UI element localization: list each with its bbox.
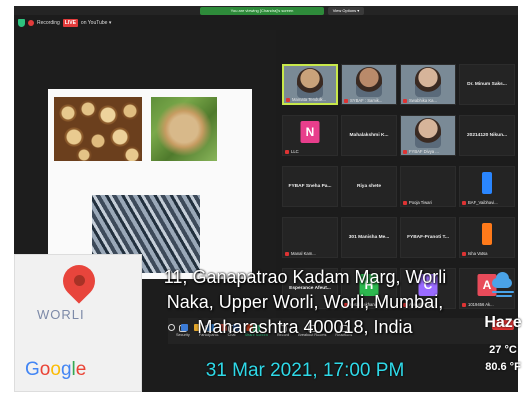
sharing-indicator: You are viewing [Chandra]'s screen	[200, 7, 324, 15]
bark-photo	[151, 97, 217, 161]
participant-tile[interactable]: Mahalakshmi K...	[341, 115, 397, 156]
firewood-photo	[54, 97, 142, 161]
participant-tile[interactable]: FYBAF Sneha Pa...	[282, 166, 338, 207]
sharing-bar: You are viewing [Chandra]'s screen View …	[14, 6, 518, 15]
participant-tile[interactable]: 301 Manisha Me...	[341, 217, 397, 258]
participant-name: FYBAF Divya ...	[409, 149, 439, 154]
participant-center-name: Riya shete	[357, 184, 381, 189]
gps-datetime: 31 Mar 2021, 17:00 PM	[205, 360, 405, 381]
weather-widget: Haze 27 °C 80.6 °F	[478, 268, 524, 388]
participant-tile[interactable]: Manal Kam...	[282, 217, 338, 258]
participant-center-name: FYBAF Sneha Pa...	[288, 184, 332, 189]
participant-video	[415, 67, 441, 97]
view-options-button[interactable]: View Options ▾	[328, 7, 364, 15]
weather-condition: Haze	[484, 314, 522, 331]
shield-icon	[18, 19, 25, 27]
gps-address: 11, Ganapatrao Kadam Marg, Worli Naka, U…	[150, 265, 460, 340]
participant-tile[interactable]: Dr. Minum Saks...	[459, 64, 515, 105]
haze-cloud-icon	[488, 268, 518, 298]
participant-name: Isha Vatsa	[468, 251, 488, 256]
participant-center-name: 301 Manisha Me...	[348, 235, 390, 240]
participant-tile[interactable]: BAF_Vaibhavi...	[459, 166, 515, 207]
participant-name: SYBAF : Samik...	[350, 98, 383, 103]
participant-tile[interactable]: N LLC	[282, 115, 338, 156]
presentation-slide	[48, 89, 252, 279]
live-badge: LIVE	[62, 19, 78, 27]
participant-name: LLC	[291, 149, 299, 154]
participant-tile[interactable]: Mamata Tendulk...	[282, 64, 338, 105]
participant-center-name: Mahalakshmi K...	[349, 133, 389, 138]
pin-center	[74, 275, 85, 286]
temperature-fahrenheit: 80.6 °F	[485, 361, 521, 373]
participant-tile[interactable]: Isha Vatsa	[459, 217, 515, 258]
participant-tile[interactable]: FYBAF-Pranoti T...	[400, 217, 456, 258]
participant-avatar: N	[300, 121, 320, 143]
participant-name: Mamata Tendulk...	[292, 97, 327, 102]
recording-label: Recording	[37, 20, 60, 26]
map-thumbnail: WORLI Google	[14, 254, 142, 392]
address-line: 11, Ganapatrao Kadam Marg, Worli	[163, 267, 447, 287]
participant-video	[297, 68, 323, 98]
temperature-celsius: 27 °C	[489, 344, 517, 356]
participant-avatar	[482, 172, 492, 194]
participant-center-name: FYBAF-Pranoti T...	[407, 235, 449, 240]
participant-tile[interactable]: Swabhika Ka...	[400, 64, 456, 105]
record-dot-icon	[28, 20, 34, 26]
recording-status-row: Recording LIVE on YouTube ▾	[14, 17, 111, 29]
participant-tile[interactable]: SYBAF : Samik...	[341, 64, 397, 105]
photo-frame: You are viewing [Chandra]'s screen View …	[0, 0, 527, 398]
participant-name: Swabhika Ka...	[409, 98, 437, 103]
address-line: Maharashtra 400018, India	[197, 317, 413, 337]
participant-video	[356, 67, 382, 97]
participant-center-name: Dr. Minum Saks...	[467, 82, 507, 87]
participant-tile[interactable]: Pooja Tiwari	[400, 166, 456, 207]
address-line: Naka, Upper Worli, Worli, Mumbai,	[166, 292, 444, 312]
participant-tile[interactable]: FYBAF Divya ...	[400, 115, 456, 156]
participant-name: Manal Kam...	[291, 251, 316, 256]
participant-name: Pooja Tiwari	[409, 200, 432, 205]
participant-tile[interactable]: 20214120 Nikun...	[459, 115, 515, 156]
participant-name: BAF_Vaibhavi...	[468, 200, 498, 205]
participant-center-name: 20214120 Nikun...	[467, 133, 507, 138]
youtube-stream-dropdown[interactable]: on YouTube ▾	[81, 20, 111, 26]
map-place-label: WORLI	[37, 307, 85, 322]
google-logo: Google	[25, 359, 87, 380]
participant-video	[415, 118, 441, 148]
participant-tile[interactable]: Riya shete	[341, 166, 397, 207]
participant-avatar	[482, 223, 492, 245]
